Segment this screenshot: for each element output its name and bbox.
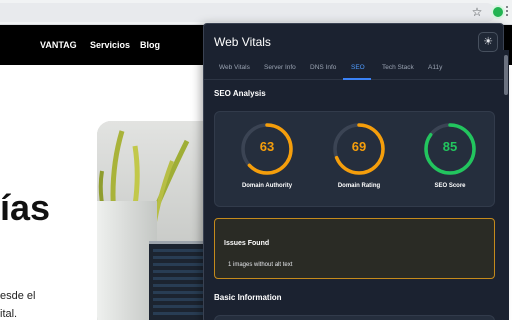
web-vitals-popup: Web Vitals ☀ Web Vitals Server Info DNS … <box>203 23 504 320</box>
gear-icon: ☀ <box>483 35 493 48</box>
basic-information-card <box>214 315 495 320</box>
tab-a11y[interactable]: A11y <box>428 64 442 71</box>
seo-score-value: 85 <box>442 139 458 154</box>
tab-web-vitals[interactable]: Web Vitals <box>219 64 250 71</box>
hero-title: ías <box>0 187 51 228</box>
tab-seo[interactable]: SEO <box>351 64 365 71</box>
popup-scrollbar-thumb[interactable] <box>504 55 508 95</box>
issues-card: Issues Found 1 images without alt text <box>214 218 495 279</box>
domain-authority-value: 63 <box>259 139 275 154</box>
tab-dns-info[interactable]: DNS Info <box>310 64 336 71</box>
hero-image <box>97 121 217 320</box>
hero-text-line-1: esde el <box>0 290 36 302</box>
issue-item: 1 images without alt text <box>228 262 293 268</box>
active-tab-indicator <box>343 78 371 80</box>
address-bar[interactable] <box>0 3 496 22</box>
popup-title: Web Vitals <box>214 35 271 49</box>
gauge-domain-authority: 63 Domain Authority <box>230 122 300 202</box>
hero-text-line-2: ital. <box>0 308 18 320</box>
browser-toolbar: ☆ <box>0 0 512 25</box>
basic-information-heading: Basic Information <box>214 293 282 302</box>
settings-button[interactable]: ☀ <box>478 32 498 52</box>
seo-scores-card: 63 Domain Authority 69 Domain Rating 85 … <box>214 111 495 207</box>
domain-rating-value: 69 <box>351 139 367 154</box>
nav-link-blog[interactable]: Blog <box>140 40 160 50</box>
tab-bar: Web Vitals Server Info DNS Info SEO Tech… <box>204 58 503 80</box>
domain-authority-label: Domain Authority <box>241 183 293 189</box>
nav-link-servicios[interactable]: Servicios <box>90 40 130 50</box>
domain-rating-label: Domain Rating <box>337 183 381 189</box>
star-icon[interactable]: ☆ <box>470 4 484 20</box>
nav-link-vantag[interactable]: VANTAG <box>40 40 77 50</box>
seo-score-label: SEO Score <box>434 183 466 189</box>
gauge-seo-score: 85 SEO Score <box>413 122 483 202</box>
tab-server-info[interactable]: Server Info <box>264 64 296 71</box>
issues-title: Issues Found <box>224 240 270 247</box>
browser-menu-icon[interactable] <box>505 6 509 18</box>
gauge-domain-rating: 69 Domain Rating <box>322 122 392 202</box>
extension-icon[interactable] <box>491 5 505 19</box>
seo-analysis-heading: SEO Analysis <box>214 89 266 98</box>
tab-tech-stack[interactable]: Tech Stack <box>382 64 414 71</box>
